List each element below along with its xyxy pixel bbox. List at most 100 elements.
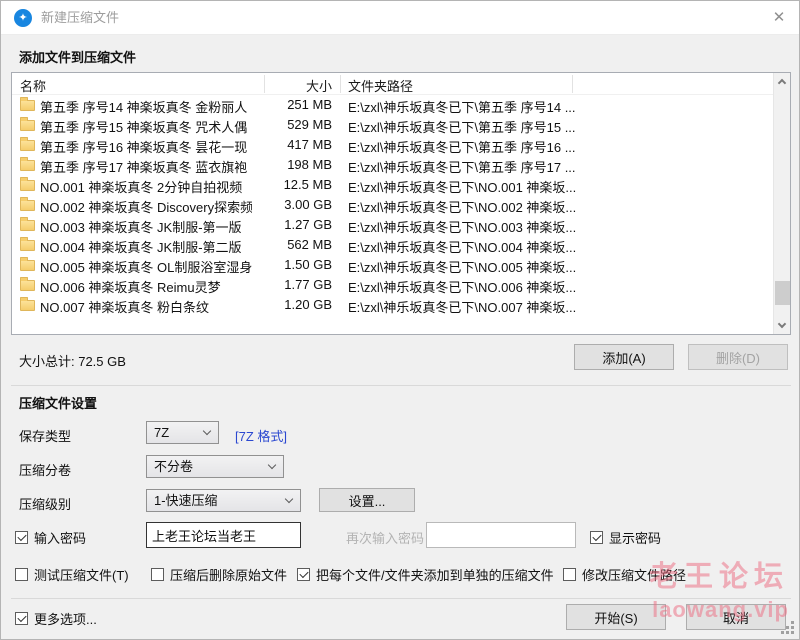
chevron-down-icon bbox=[268, 461, 276, 469]
level-settings-button[interactable]: 设置... bbox=[319, 488, 415, 512]
volume-value: 不分卷 bbox=[154, 459, 193, 474]
file-size: 1.20 GB bbox=[252, 297, 332, 312]
file-path: E:\zxl\神乐坂真冬已下\NO.003 神楽坂... bbox=[348, 217, 576, 236]
test-archive-checkbox[interactable]: 测试压缩文件(T) bbox=[15, 565, 129, 584]
table-row[interactable]: 第五季 序号14 神楽坂真冬 金粉丽人251 MBE:\zxl\神乐坂真冬已下\… bbox=[12, 95, 772, 115]
column-divider bbox=[572, 75, 573, 93]
file-size: 3.00 GB bbox=[252, 197, 332, 212]
separate-archive-checkbox[interactable]: 把每个文件/文件夹添加到单独的压缩文件 bbox=[297, 565, 554, 584]
password-input[interactable] bbox=[146, 522, 301, 548]
delete-button: 删除(D) bbox=[688, 344, 788, 370]
folder-icon bbox=[20, 300, 35, 311]
checkbox-box bbox=[15, 612, 28, 625]
file-name: NO.002 神楽坂真冬 Discovery探索频... bbox=[40, 197, 252, 216]
delete-original-label: 压缩后删除原始文件 bbox=[170, 565, 287, 584]
folder-icon bbox=[20, 200, 35, 211]
file-path: E:\zxl\神乐坂真冬已下\NO.002 神楽坂... bbox=[348, 197, 576, 216]
cancel-button[interactable]: 取消 bbox=[686, 604, 786, 630]
divider bbox=[11, 385, 791, 386]
format-link[interactable]: [7Z 格式] bbox=[235, 426, 287, 445]
chevron-down-icon bbox=[203, 427, 211, 435]
file-name: 第五季 序号16 神楽坂真冬 昙花一现 bbox=[40, 137, 252, 156]
file-size: 198 MB bbox=[252, 157, 332, 172]
settings-section-title: 压缩文件设置 bbox=[19, 393, 97, 412]
volume-dropdown[interactable]: 不分卷 bbox=[146, 455, 284, 478]
checkbox-box bbox=[151, 568, 164, 581]
file-size: 529 MB bbox=[252, 117, 332, 132]
scroll-down-button[interactable] bbox=[774, 317, 791, 334]
file-path: E:\zxl\神乐坂真冬已下\NO.004 神楽坂... bbox=[348, 237, 576, 256]
volume-label: 压缩分卷 bbox=[19, 460, 71, 479]
file-path: E:\zxl\神乐坂真冬已下\第五季 序号14 ... bbox=[348, 97, 576, 116]
file-size: 1.77 GB bbox=[252, 277, 332, 292]
level-dropdown[interactable]: 1-快速压缩 bbox=[146, 489, 301, 512]
folder-icon bbox=[20, 120, 35, 131]
folder-icon bbox=[20, 220, 35, 231]
add-files-section-title: 添加文件到压缩文件 bbox=[19, 47, 136, 66]
start-button[interactable]: 开始(S) bbox=[566, 604, 666, 630]
separate-archive-label: 把每个文件/文件夹添加到单独的压缩文件 bbox=[316, 565, 554, 584]
folder-icon bbox=[20, 140, 35, 151]
checkbox-box bbox=[297, 568, 310, 581]
file-name: NO.001 神楽坂真冬 2分钟自拍视频 bbox=[40, 177, 252, 196]
add-button[interactable]: 添加(A) bbox=[574, 344, 674, 370]
table-row[interactable]: 第五季 序号17 神楽坂真冬 蓝衣旗袍198 MBE:\zxl\神乐坂真冬已下\… bbox=[12, 155, 772, 175]
table-row[interactable]: NO.007 神楽坂真冬 粉白条纹1.20 GB E:\zxl\神乐坂真冬已下\N… bbox=[12, 295, 772, 315]
test-archive-label: 测试压缩文件(T) bbox=[34, 565, 129, 584]
file-size: 1.27 GB bbox=[252, 217, 332, 232]
scroll-up-button[interactable] bbox=[774, 73, 791, 90]
vertical-scrollbar[interactable] bbox=[773, 73, 790, 334]
password-checkbox[interactable]: 输入密码 bbox=[15, 528, 86, 547]
table-row[interactable]: 第五季 序号15 神楽坂真冬 咒术人偶529 MBE:\zxl\神乐坂真冬已下\… bbox=[12, 115, 772, 135]
file-path: E:\zxl\神乐坂真冬已下\第五季 序号16 ... bbox=[348, 137, 576, 156]
scrollbar-thumb[interactable] bbox=[775, 281, 790, 305]
file-size: 251 MB bbox=[252, 97, 332, 112]
file-path: E:\zxl\神乐坂真冬已下\NO.006 神楽坂... bbox=[348, 277, 576, 296]
show-password-checkbox[interactable]: 显示密码 bbox=[590, 528, 661, 547]
file-name: NO.007 神楽坂真冬 粉白条纹 bbox=[40, 297, 252, 316]
file-size: 12.5 MB bbox=[252, 177, 332, 192]
folder-icon bbox=[20, 280, 35, 291]
titlebar: ✦ 新建压缩文件 ✕ bbox=[1, 1, 799, 35]
file-path: E:\zxl\神乐坂真冬已下\NO.007 神楽坂... bbox=[348, 297, 576, 316]
reenter-password-label: 再次输入密码 bbox=[346, 528, 424, 547]
file-size: 417 MB bbox=[252, 137, 332, 152]
show-password-label: 显示密码 bbox=[609, 528, 661, 547]
window-title: 新建压缩文件 bbox=[41, 1, 119, 34]
file-name: 第五季 序号17 神楽坂真冬 蓝衣旗袍 bbox=[40, 157, 252, 176]
file-size: 1.50 GB bbox=[252, 257, 332, 272]
password-checkbox-label: 输入密码 bbox=[34, 528, 86, 547]
table-row[interactable]: 第五季 序号16 神楽坂真冬 昙花一现417 MB E:\zxl\神乐坂真冬已下\… bbox=[12, 135, 772, 155]
table-row[interactable]: NO.001 神楽坂真冬 2分钟自拍视频12.5 MB E:\zxl\神乐坂真冬已… bbox=[12, 175, 772, 195]
modify-path-checkbox[interactable]: 修改压缩文件路径 bbox=[563, 565, 686, 584]
file-name: NO.006 神楽坂真冬 Reimu灵梦 bbox=[40, 277, 252, 296]
chevron-down-icon bbox=[778, 320, 786, 328]
table-row[interactable]: NO.002 神楽坂真冬 Discovery探索频...3.00 GB E:\zx… bbox=[12, 195, 772, 215]
column-header-name[interactable]: 名称 bbox=[20, 76, 46, 95]
table-row[interactable]: NO.005 神楽坂真冬 OL制服浴室湿身1.50 GBE:\zxl\神乐坂真冬… bbox=[12, 255, 772, 275]
close-icon[interactable]: ✕ bbox=[759, 1, 799, 34]
table-row[interactable]: NO.006 神楽坂真冬 Reimu灵梦1.77 GB E:\zxl\神乐坂真冬已… bbox=[12, 275, 772, 295]
file-list[interactable]: 名称 大小 文件夹路径 第五季 序号14 神楽坂真冬 金粉丽人251 MBE:\… bbox=[11, 72, 791, 335]
checkbox-box bbox=[590, 531, 603, 544]
checkbox-box bbox=[563, 568, 576, 581]
save-type-label: 保存类型 bbox=[19, 426, 71, 445]
checkbox-box bbox=[15, 531, 28, 544]
table-row[interactable]: NO.003 神楽坂真冬 JK制服-第一版1.27 GBE:\zxl\神乐坂真冬… bbox=[12, 215, 772, 235]
table-row[interactable]: NO.004 神楽坂真冬 JK制服-第二版562 MBE:\zxl\神乐坂真冬已… bbox=[12, 235, 772, 255]
file-list-header[interactable]: 名称 大小 文件夹路径 bbox=[12, 73, 790, 95]
file-path: E:\zxl\神乐坂真冬已下\NO.001 神楽坂... bbox=[348, 177, 576, 196]
more-options-checkbox[interactable]: 更多选项... bbox=[15, 609, 97, 628]
chevron-up-icon bbox=[778, 79, 786, 87]
column-header-path[interactable]: 文件夹路径 bbox=[348, 76, 413, 95]
resize-grip-icon[interactable] bbox=[781, 621, 794, 634]
file-path: E:\zxl\神乐坂真冬已下\NO.005 神楽坂... bbox=[348, 257, 576, 276]
column-divider bbox=[264, 75, 265, 93]
save-type-value: 7Z bbox=[154, 425, 169, 440]
level-value: 1-快速压缩 bbox=[154, 493, 218, 508]
save-type-dropdown[interactable]: 7Z bbox=[146, 421, 219, 444]
reenter-password-input[interactable] bbox=[426, 522, 576, 548]
level-label: 压缩级别 bbox=[19, 494, 71, 513]
column-divider bbox=[340, 75, 341, 93]
delete-original-checkbox[interactable]: 压缩后删除原始文件 bbox=[151, 565, 287, 584]
